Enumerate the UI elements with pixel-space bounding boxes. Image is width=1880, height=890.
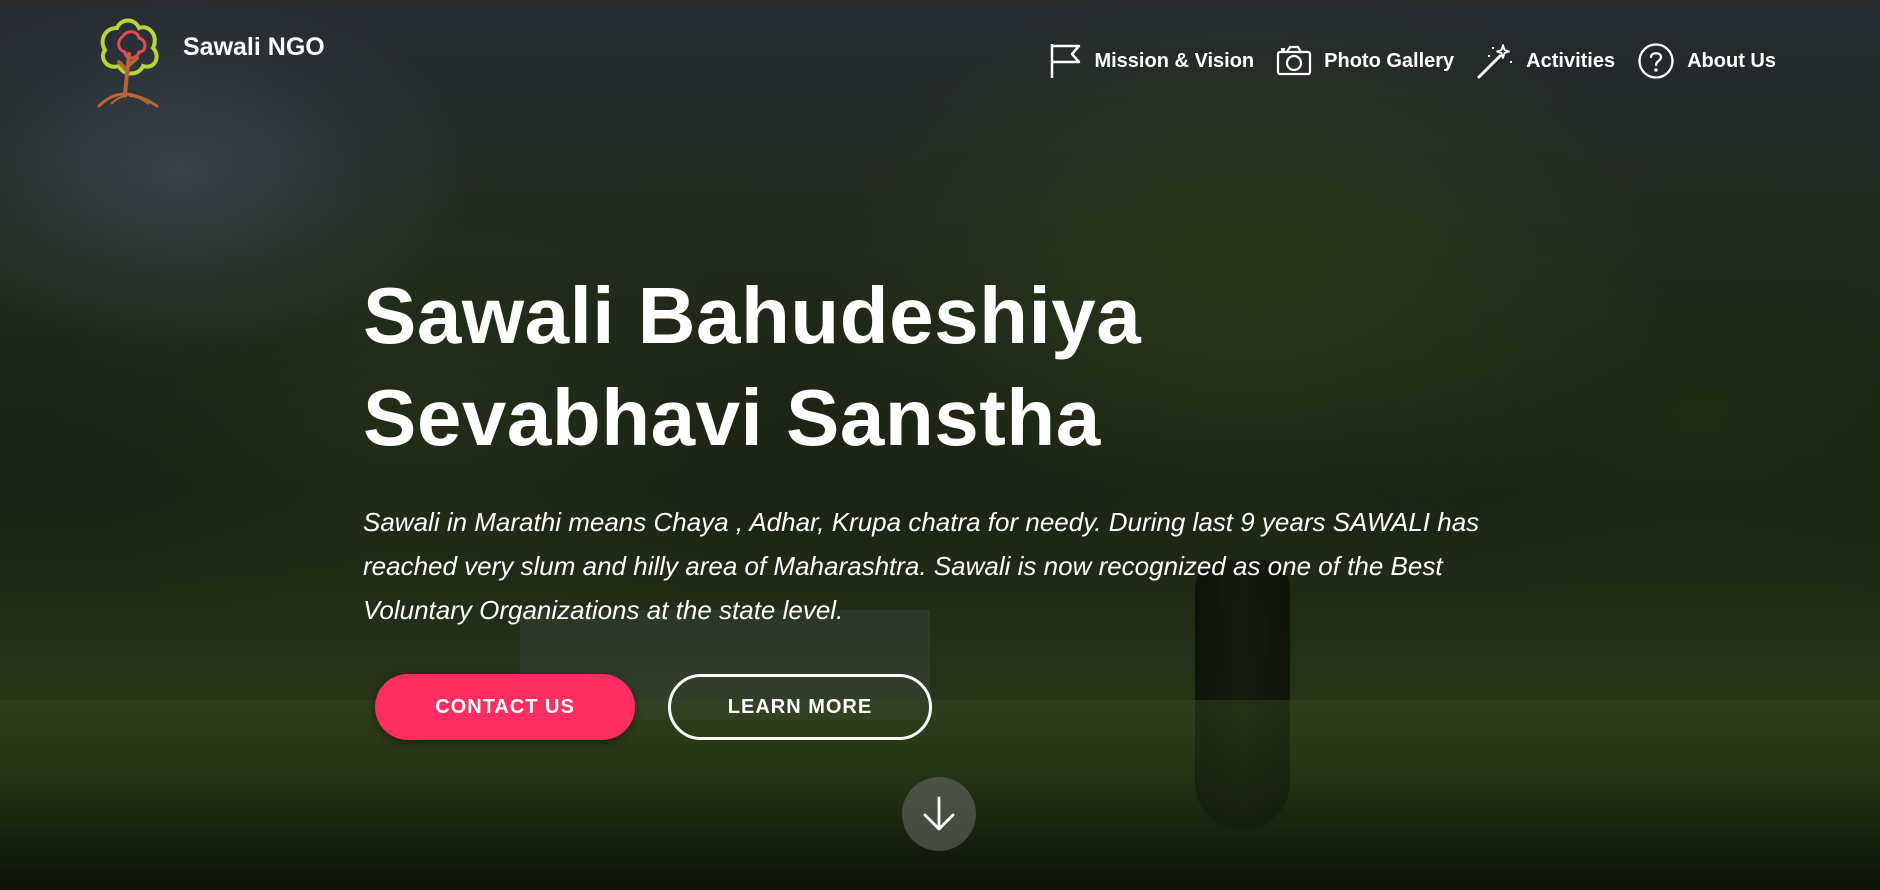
nav-about-us[interactable]: About Us [1637,42,1776,80]
tree-logo-icon [97,18,159,108]
arrow-down-icon [923,796,955,831]
hero-title-line-2: Sevabhavi Sanstha [363,373,1101,462]
nav-label[interactable]: Activities [1526,50,1615,73]
flag-icon [1051,44,1081,78]
hero-description: Sawali in Marathi means Chaya , Adhar, K… [363,507,1480,625]
nav-photo-gallery[interactable]: Photo Gallery [1276,45,1454,77]
camera-icon [1277,45,1312,76]
magic-wand-icon [1477,44,1513,79]
learn-more-button[interactable]: LEARN MORE [668,674,932,740]
hero-title: Sawali Bahudeshiya Sevabhavi Sanstha [363,265,1563,469]
hero-content: Sawali Bahudeshiya Sevabhavi Sanstha Saw… [363,265,1563,632]
hero-section: Sawali NGO Mission & Vision Photo Galler… [0,0,1880,890]
scroll-down-button[interactable] [902,777,976,851]
hero-title-line-1: Sawali Bahudeshiya [363,271,1142,360]
navbar: Sawali NGO Mission & Vision Photo Galler… [0,0,1880,120]
question-circle-icon [1638,43,1674,79]
nav-activities[interactable]: Activities [1476,42,1615,80]
brand[interactable]: Sawali NGO [95,14,325,110]
contact-us-button[interactable]: CONTACT US [375,674,635,740]
hero-buttons: CONTACT US LEARN MORE [375,674,932,740]
nav-mission-vision[interactable]: Mission & Vision [1048,42,1254,80]
nav-label[interactable]: Photo Gallery [1324,50,1454,73]
brand-name[interactable]: Sawali NGO [183,33,325,62]
nav-label[interactable]: Mission & Vision [1094,50,1254,73]
nav-label[interactable]: About Us [1687,50,1776,73]
main-menu: Mission & Vision Photo Gallery Activitie… [1026,42,1776,80]
